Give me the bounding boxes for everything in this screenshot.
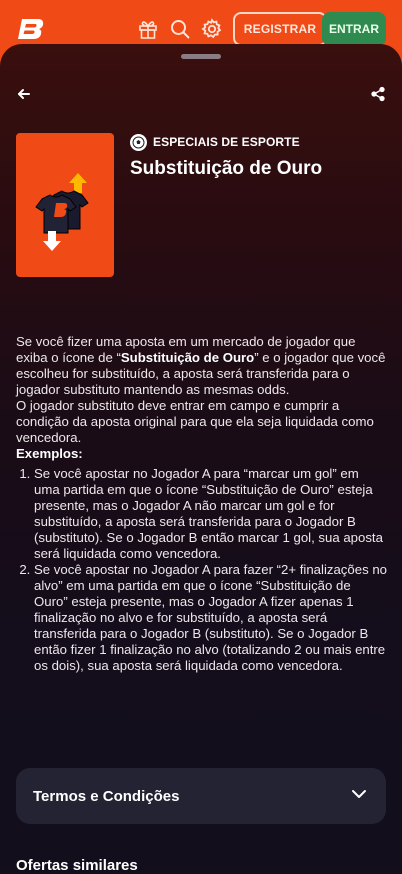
- gift-icon[interactable]: [136, 17, 160, 41]
- promo-sheet: ESPECIAIS DE ESPORTE Substituição de Our…: [0, 44, 402, 874]
- promo-description: Se você fizer uma aposta em um mercado d…: [16, 334, 388, 674]
- search-icon[interactable]: [168, 17, 192, 41]
- examples-label: Exemplos:: [16, 446, 83, 461]
- header-icons: [136, 17, 224, 41]
- description-highlight: Substituição de Ouro: [120, 350, 255, 365]
- promo-image: [16, 133, 114, 277]
- back-arrow-icon[interactable]: [14, 84, 34, 104]
- promo-category: ESPECIAIS DE ESPORTE: [130, 133, 300, 151]
- terms-label: Termos e Condições: [33, 787, 180, 805]
- register-button[interactable]: REGISTRAR: [233, 12, 327, 46]
- terms-accordion[interactable]: Termos e Condições: [16, 768, 386, 824]
- sheet-drag-handle[interactable]: [181, 54, 221, 59]
- gear-icon[interactable]: [200, 17, 224, 41]
- example-item: Se você apostar no Jogador A para “marca…: [34, 466, 388, 562]
- promo-title: Substituição de Ouro: [130, 158, 323, 179]
- sport-ball-icon: [130, 133, 147, 151]
- description-paragraph: Se você fizer uma aposta em um mercado d…: [16, 334, 388, 398]
- login-button[interactable]: ENTRAR: [322, 12, 386, 46]
- similar-offers-heading: Ofertas similares: [16, 857, 138, 874]
- examples-list: Se você apostar no Jogador A para “marca…: [16, 466, 388, 674]
- chevron-down-icon: [350, 785, 368, 808]
- promo-category-label: ESPECIAIS DE ESPORTE: [153, 135, 300, 149]
- share-icon[interactable]: [370, 86, 386, 102]
- example-item: Se você apostar no Jogador A para fazer …: [34, 562, 388, 674]
- description-line2: O jogador substituto deve entrar em camp…: [16, 398, 374, 445]
- brand-logo[interactable]: [16, 16, 46, 42]
